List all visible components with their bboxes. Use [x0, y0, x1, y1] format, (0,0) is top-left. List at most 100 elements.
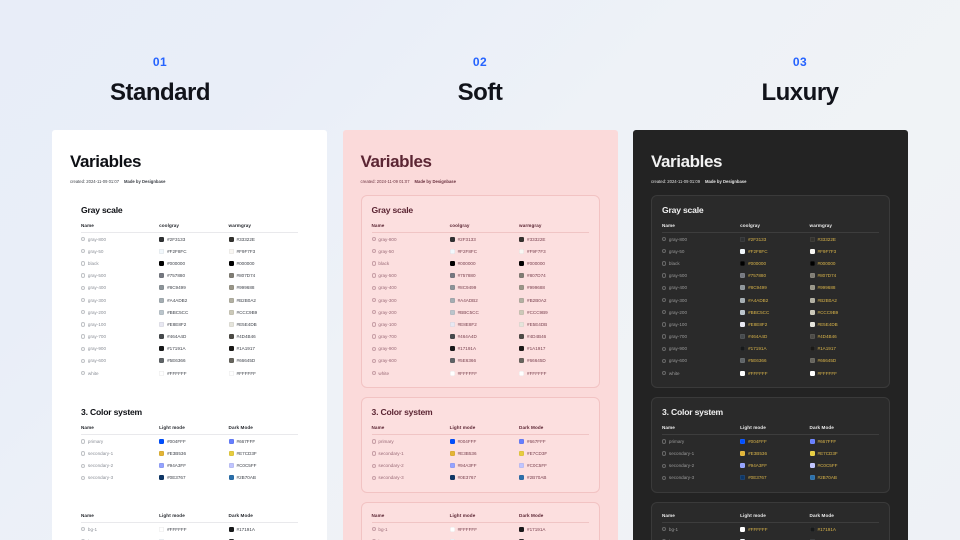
table-row[interactable]: gray-600 #5E6366 #66645D	[662, 355, 879, 367]
table-row[interactable]: gray-100 #E8E8F2 #E5E4DB	[81, 318, 298, 330]
table-row[interactable]: white #FFFFFF #FFFFFF	[81, 367, 298, 379]
table-row[interactable]: white #FFFFFF #FFFFFF	[371, 367, 589, 379]
table-row[interactable]: secondary-3 #0E3767 #2B70AB	[371, 472, 589, 484]
table-row[interactable]: black #000000 #000000	[371, 257, 589, 269]
color-swatch-icon	[740, 236, 746, 242]
table-row[interactable]: gray-700 #464A4D #4D4B46	[81, 331, 298, 343]
cell-hex-a: #000000	[740, 257, 809, 269]
cell-hex-a: #FFFFFF	[740, 523, 809, 536]
table-row[interactable]: gray-600 #5E6366 #66645D	[81, 355, 298, 367]
hex-value: #000000	[527, 260, 545, 266]
table-row[interactable]: secondary-2 #94A3FF #C0C5FF	[81, 460, 298, 472]
cell-hex-a: #A4ADB2	[159, 294, 228, 306]
table-row[interactable]: gray-600 #5E6366 #66645D	[371, 355, 589, 367]
hex-value: #999688	[236, 285, 255, 291]
panel-soft[interactable]: Variables created: 2024-11-09 01:07 Made…	[342, 130, 618, 540]
hex-value: #807D74	[527, 273, 546, 279]
cell-name: primary	[662, 435, 740, 448]
color-swatch-icon	[809, 273, 815, 279]
table-row[interactable]: gray-300 #A4ADB2 #B2B0A2	[371, 294, 589, 306]
cell-name: gray-50	[662, 245, 740, 257]
table-row[interactable]: gray-200 #BBC5CC #CCC9B9	[81, 306, 298, 318]
table-row[interactable]: bg-2#F2F8FC#2F3133	[81, 535, 298, 540]
table-row[interactable]: gray-700 #464A4D #4D4B46	[662, 331, 879, 343]
th-name: Name	[371, 424, 450, 436]
table-row[interactable]: gray-200 #BBC5CC #CCC9B9	[662, 306, 879, 318]
table-row[interactable]: gray-100 #E8E8F2 #E5E4DB	[662, 318, 879, 330]
color-swatch-icon	[159, 438, 165, 444]
cell-hex-b: #4D4B46	[228, 331, 298, 343]
row-label: secondary-2	[668, 463, 695, 469]
hex-value: #1A1917	[817, 346, 836, 352]
table-row[interactable]: gray-900 #17191A #1A1917	[81, 343, 298, 355]
table-row[interactable]: gray-800 #2F3133 #33322E	[662, 233, 879, 246]
table-row[interactable]: gray-400 #8C9499 #999688	[81, 282, 298, 294]
hex-value: #4D4B46	[527, 334, 547, 340]
table-row[interactable]: primary #004FFF #667FFF	[371, 435, 589, 448]
table-row[interactable]: secondary-2 #94A3FF #C0C5FF	[371, 460, 589, 472]
panel-standard[interactable]: Variables created: 2024-11-09 01:07 Made…	[52, 130, 327, 540]
hex-value: #F2F8FC	[748, 248, 768, 254]
table-row[interactable]: gray-800 #2F3133 #33322E	[371, 233, 589, 246]
table-row[interactable]: gray-100 #E8E8F2 #E5E4DB	[371, 318, 589, 330]
table-row[interactable]: bg-1 #FFFFFF #17191A	[81, 523, 298, 536]
hex-value: #464A4D	[167, 334, 187, 340]
hex-value: #757880	[748, 273, 766, 279]
table-row[interactable]: bg-2#F2F8FC#2F3133	[371, 535, 589, 540]
table-row[interactable]: gray-300 #A4ADB2 #B2B0A2	[81, 294, 298, 306]
table-row[interactable]: black #000000 #000000	[81, 257, 298, 269]
color-swatch-icon	[159, 309, 165, 315]
hex-value: #5E6366	[748, 358, 767, 364]
table-row[interactable]: gray-50 #F2F8FC #F9F7F3	[662, 245, 879, 257]
table-row[interactable]: secondary-3 #0E3767 #2B70AB	[662, 472, 879, 484]
cell-hex-a: #17191A	[159, 343, 228, 355]
table-row[interactable]: secondary-2 #94A3FF #C0C5FF	[662, 460, 879, 472]
table-row[interactable]: gray-400 #8C9499 #999688	[662, 282, 879, 294]
table-row[interactable]: gray-900 #17191A #1A1917	[371, 343, 589, 355]
panels-row: Variables created: 2024-11-09 01:07 Made…	[0, 130, 960, 540]
table-row[interactable]: bg-1 #FFFFFF #17191A	[371, 523, 589, 536]
panel-luxury[interactable]: Variables created: 2024-11-09 01:09 Made…	[633, 130, 908, 540]
cell-name: secondary-1	[81, 447, 159, 459]
table-row[interactable]: bg-2#F2F8FC#2F3133	[662, 535, 879, 540]
table-row[interactable]: primary #004FFF #667FFF	[81, 435, 298, 448]
header-col-luxury: 03 Luxury	[640, 55, 960, 107]
circle-outline-icon	[81, 322, 86, 327]
table-row[interactable]: primary #004FFF #667FFF	[662, 435, 879, 448]
hex-value: #33322E	[817, 236, 836, 242]
cell-hex-a: #E3B536	[740, 447, 809, 459]
table-row[interactable]: gray-200 #BBC5CC #CCC9B9	[371, 306, 589, 318]
table-row[interactable]: gray-400 #8C9499 #999688	[371, 282, 589, 294]
table-row[interactable]: gray-800 #2F3133 #33322E	[81, 233, 298, 246]
table-row[interactable]: secondary-1 #E3B536 #E7CD3F	[662, 447, 879, 459]
cell-hex-a: #E8E8F2	[449, 318, 519, 330]
table-row[interactable]: gray-50 #F2F8FC #F9F7F3	[371, 245, 589, 257]
row-label: gray-700	[87, 334, 107, 340]
table-row[interactable]: gray-700 #464A4D #4D4B46	[371, 331, 589, 343]
table-row[interactable]: secondary-3 #0E3767 #2B70AB	[81, 472, 298, 484]
table-row[interactable]: secondary-1 #E3B536 #E7CD3F	[81, 447, 298, 459]
hex-value: #A4ADB2	[748, 297, 769, 303]
circle-outline-icon	[81, 273, 86, 278]
hex-value: #E8E8F2	[748, 321, 768, 327]
table-row[interactable]: gray-300 #A4ADB2 #B2B0A2	[662, 294, 879, 306]
table-row[interactable]: gray-500 #757880 #807D74	[662, 270, 879, 282]
table-row[interactable]: black #000000 #000000	[662, 257, 879, 269]
table-row[interactable]: white #FFFFFF #FFFFFF	[662, 367, 879, 379]
table-row[interactable]: bg-1 #FFFFFF #17191A	[662, 523, 879, 536]
color-swatch-icon	[159, 358, 165, 364]
row-label: gray-50	[87, 248, 104, 254]
cell-hex-a: #BBC5CC	[740, 306, 809, 318]
cell-name: white	[662, 367, 740, 379]
cell-hex-a: #FFFFFF	[740, 367, 809, 379]
hex-value: #FFFFFF	[748, 526, 768, 532]
table-row[interactable]: gray-900 #17191A #1A1917	[662, 343, 879, 355]
cell-name: gray-700	[371, 331, 450, 343]
table-row[interactable]: gray-500 #757880 #807D74	[81, 270, 298, 282]
table-row[interactable]: gray-500 #757880 #807D74	[371, 270, 589, 282]
table-row[interactable]: secondary-1 #E3B536 #E7CD3F	[371, 447, 589, 459]
circle-outline-icon	[662, 322, 667, 327]
cell-hex-a: #FFFFFF	[449, 367, 519, 379]
table-row[interactable]: gray-50 #F2F8FC #F9F7F3	[81, 245, 298, 257]
color-swatch-icon	[159, 248, 165, 254]
